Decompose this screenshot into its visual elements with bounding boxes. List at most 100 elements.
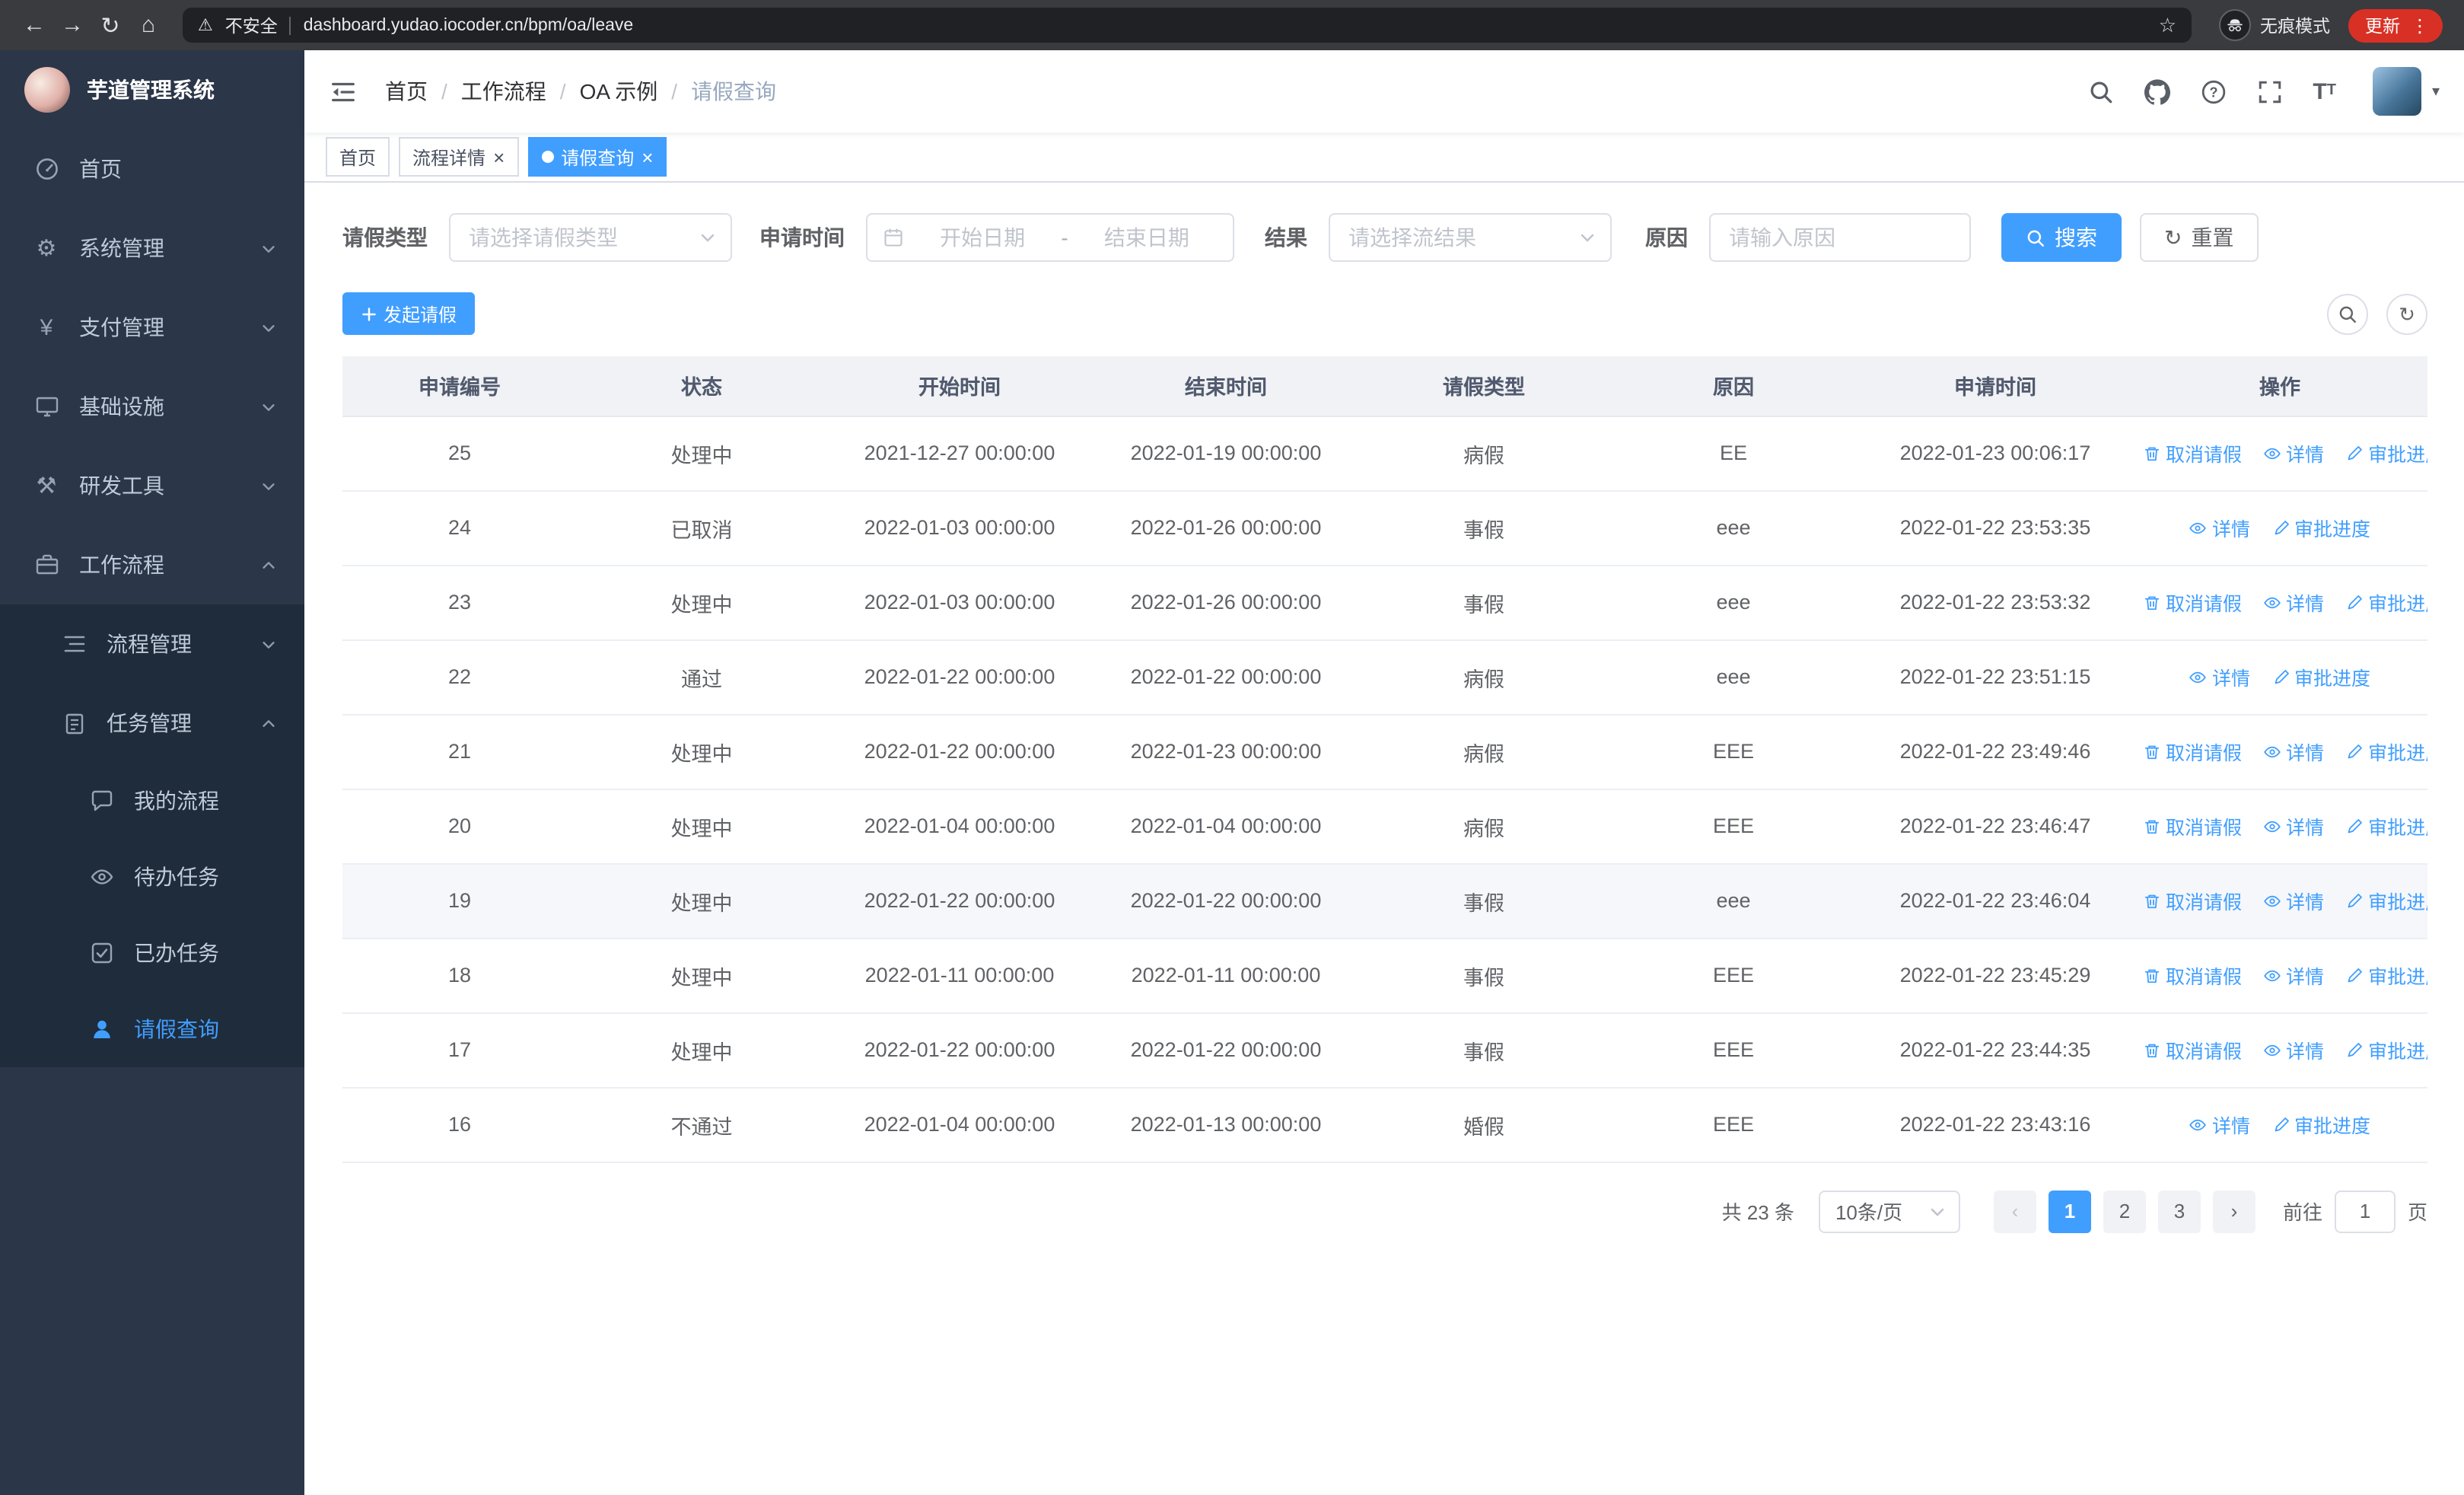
sidebar-item-payment[interactable]: ¥ 支付管理 [0, 288, 304, 367]
tab-process-detail[interactable]: 流程详情 × [399, 137, 519, 177]
sidebar-item-task-management[interactable]: 任务管理 [0, 684, 304, 763]
page-button-2[interactable]: 2 [2103, 1190, 2146, 1232]
apply-time-range-picker[interactable]: 开始日期 - 结束日期 [866, 213, 1234, 262]
github-icon[interactable] [2144, 78, 2170, 104]
detail-link[interactable]: 详情 [2263, 438, 2324, 467]
search-button[interactable]: 搜索 [2001, 213, 2122, 262]
detail-link[interactable]: 详情 [2189, 662, 2250, 691]
help-icon[interactable] [2200, 78, 2226, 104]
detail-link[interactable]: 详情 [2189, 513, 2250, 542]
url-text[interactable]: dashboard.yudao.iocoder.cn/bpm/oa/leave [304, 16, 2147, 34]
tab-leave-query[interactable]: 请假查询 × [527, 137, 667, 177]
breadcrumb-item[interactable]: 首页 [385, 76, 428, 107]
browser-home-icon[interactable]: ⌂ [129, 6, 167, 44]
cell-id: 16 [342, 1087, 577, 1162]
refresh-table-button[interactable]: ↻ [2386, 293, 2427, 334]
page-size-select[interactable]: 10条/页 [1818, 1190, 1960, 1232]
cancel-leave-link[interactable]: 取消请假 [2143, 1035, 2242, 1064]
menu-dots-icon[interactable]: ⋮ [2411, 14, 2429, 36]
approval-progress-link[interactable]: 审批进度 [2345, 886, 2427, 915]
font-size-icon[interactable]: TT [2313, 80, 2336, 103]
sidebar-item-leave-query[interactable]: 请假查询 [0, 991, 304, 1067]
detail-link[interactable]: 详情 [2189, 1110, 2250, 1139]
detail-link[interactable]: 详情 [2263, 588, 2324, 617]
reset-button[interactable]: ↻ 重置 [2140, 213, 2259, 262]
user-avatar[interactable] [2372, 67, 2421, 116]
detail-link[interactable]: 详情 [2263, 961, 2324, 990]
approval-progress-link[interactable]: 审批进度 [2271, 1110, 2370, 1139]
detail-link[interactable]: 详情 [2263, 1035, 2324, 1064]
cell-status: 处理中 [577, 565, 826, 640]
sidebar-item-devtools[interactable]: ⚒ 研发工具 [0, 446, 304, 525]
breadcrumb-item[interactable]: 工作流程 [461, 76, 546, 107]
browser-forward-icon[interactable]: → [53, 6, 91, 44]
breadcrumb-item[interactable]: OA 示例 [580, 76, 658, 107]
cell-reason: EEE [1609, 1087, 1858, 1162]
bookmark-star-icon[interactable]: ☆ [2159, 13, 2176, 37]
cancel-leave-link[interactable]: 取消请假 [2143, 811, 2242, 840]
cancel-leave-link[interactable]: 取消请假 [2143, 961, 2242, 990]
page-button-1[interactable]: 1 [2048, 1190, 2091, 1232]
browser-reload-icon[interactable]: ↻ [91, 6, 129, 44]
breadcrumb-separator: / [559, 79, 566, 104]
sidebar-item-system[interactable]: ⚙ 系统管理 [0, 209, 304, 288]
sidebar-item-workflow[interactable]: 工作流程 [0, 525, 304, 604]
sidebar-item-done-tasks[interactable]: 已办任务 [0, 915, 304, 991]
date-end-placeholder[interactable]: 结束日期 [1076, 222, 1218, 253]
leave-type-select[interactable]: 请选择请假类型 [449, 213, 732, 262]
goto-label: 前往 [2282, 1201, 2322, 1224]
browser-back-icon[interactable]: ← [15, 6, 53, 44]
cancel-leave-link[interactable]: 取消请假 [2143, 588, 2242, 617]
sidebar-item-todo-tasks[interactable]: 待办任务 [0, 839, 304, 915]
sidebar-item-my-processes[interactable]: 我的流程 [0, 763, 304, 839]
next-page-button[interactable]: › [2212, 1190, 2255, 1232]
detail-link[interactable]: 详情 [2263, 811, 2324, 840]
date-start-placeholder[interactable]: 开始日期 [912, 222, 1053, 253]
refresh-icon: ↻ [2164, 225, 2182, 250]
sidebar-item-label: 待办任务 [134, 865, 219, 889]
toggle-search-button[interactable] [2327, 293, 2368, 334]
create-leave-label: 发起请假 [384, 304, 457, 325]
cell-applied: 2022-01-22 23:53:35 [1858, 490, 2132, 566]
detail-link[interactable]: 详情 [2263, 737, 2324, 766]
cancel-leave-link[interactable]: 取消请假 [2143, 737, 2242, 766]
cell-start: 2022-01-03 00:00:00 [826, 490, 1093, 566]
incognito-badge[interactable]: 无痕模式 [2219, 9, 2330, 41]
approval-progress-link[interactable]: 审批进度 [2345, 737, 2427, 766]
detail-link[interactable]: 详情 [2263, 886, 2324, 915]
tab-close-icon[interactable]: × [641, 147, 653, 167]
sidebar-item-process-management[interactable]: 流程管理 [0, 604, 304, 684]
page-button-3[interactable]: 3 [2157, 1190, 2201, 1232]
goto-page-input[interactable] [2334, 1190, 2396, 1232]
sidebar-item-infrastructure[interactable]: 基础设施 [0, 367, 304, 446]
tab-close-icon[interactable]: × [493, 147, 505, 167]
reason-input[interactable] [1709, 213, 1971, 262]
tab-home[interactable]: 首页 [326, 137, 390, 177]
cancel-leave-link[interactable]: 取消请假 [2143, 438, 2242, 467]
trash-icon [2143, 966, 2161, 984]
fullscreen-icon[interactable] [2256, 78, 2282, 104]
approval-progress-link[interactable]: 审批进度 [2345, 438, 2427, 467]
user-menu[interactable]: ▾ [2372, 67, 2440, 116]
prev-page-button[interactable]: ‹ [1993, 1190, 2036, 1232]
cancel-leave-link[interactable]: 取消请假 [2143, 886, 2242, 915]
result-select[interactable]: 请选择流结果 [1329, 213, 1612, 262]
app-logo[interactable]: 芋道管理系统 [0, 50, 304, 129]
cell-actions: 取消请假详情审批进度 [2132, 1012, 2427, 1088]
create-leave-button[interactable]: 发起请假 [342, 292, 476, 335]
approval-progress-link[interactable]: 审批进度 [2271, 662, 2370, 691]
approval-progress-link[interactable]: 审批进度 [2345, 588, 2427, 617]
approval-progress-link[interactable]: 审批进度 [2345, 1035, 2427, 1064]
cell-start: 2022-01-03 00:00:00 [826, 565, 1093, 640]
address-bar[interactable]: ⚠ 不安全 dashboard.yudao.iocoder.cn/bpm/oa/… [183, 8, 2192, 43]
cell-actions: 取消请假详情审批进度 [2132, 714, 2427, 789]
chrome-update-button[interactable]: 更新 ⋮ [2348, 8, 2443, 42]
approval-progress-link[interactable]: 审批进度 [2345, 961, 2427, 990]
sidebar-collapse-icon[interactable] [329, 77, 358, 106]
approval-progress-link[interactable]: 审批进度 [2271, 513, 2370, 542]
approval-progress-link[interactable]: 审批进度 [2345, 811, 2427, 840]
search-icon[interactable] [2087, 78, 2113, 104]
security-label[interactable]: 不安全 [225, 13, 278, 37]
cell-reason: eee [1609, 490, 1858, 566]
sidebar-item-home[interactable]: 首页 [0, 129, 304, 209]
